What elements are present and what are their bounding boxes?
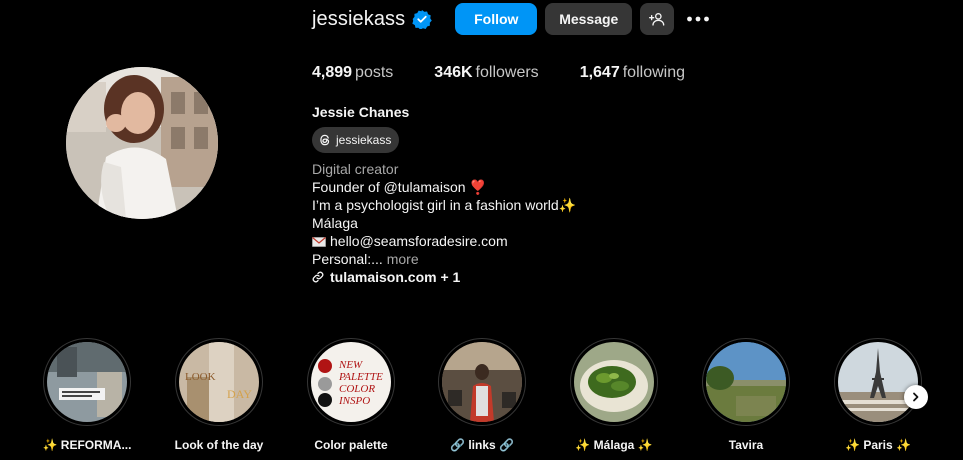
following-label: following: [622, 64, 685, 81]
suggested-users-button[interactable]: [640, 3, 675, 35]
highlight-label: ✨ Paris ✨: [845, 438, 911, 452]
highlight-cover: [570, 338, 658, 426]
highlight-cover: [834, 338, 922, 426]
highlight-cover: [438, 338, 526, 426]
highlight-item[interactable]: LOOK DAY Look of the day: [159, 338, 279, 452]
profile-bio: Digital creator Founder of @tulamaison ❣…: [312, 160, 576, 286]
highlight-label: ✨ REFORMA...: [42, 438, 132, 452]
bio-personal-text: Personal:...: [312, 251, 383, 267]
svg-text:DAY: DAY: [227, 387, 252, 401]
threads-badge[interactable]: jessiekass: [312, 127, 400, 153]
highlight-label: Color palette: [314, 438, 388, 452]
profile-full-name: Jessie Chanes: [312, 104, 410, 120]
svg-text:COLOR: COLOR: [339, 383, 375, 395]
svg-text:NEW: NEW: [338, 359, 363, 371]
highlight-cover: [43, 338, 131, 426]
more-options-button[interactable]: [682, 3, 714, 35]
bio-external-link[interactable]: tulamaison.com + 1: [312, 268, 576, 286]
envelope-icon: [312, 237, 326, 247]
highlight-cover: NEW PALETTE COLOR INSPO: [307, 338, 395, 426]
message-button[interactable]: Message: [545, 3, 633, 35]
verified-badge-icon: [412, 10, 433, 29]
following-count: 1,647: [579, 64, 620, 81]
bio-line-location: Málaga: [312, 215, 358, 231]
profile-avatar[interactable]: [66, 67, 218, 219]
highlight-item[interactable]: Tavira: [686, 338, 806, 452]
posts-stat: 4,899 posts: [312, 64, 393, 82]
svg-text:LOOK: LOOK: [185, 371, 216, 383]
bio-line-personal: Personal:... more: [312, 250, 576, 268]
link-icon: [312, 271, 324, 283]
highlight-cover: LOOK DAY: [175, 338, 263, 426]
highlight-label: Tavira: [728, 438, 764, 452]
followers-count: 346K: [434, 64, 473, 81]
followers-label: followers: [475, 64, 539, 81]
highlight-item[interactable]: ✨ Málaga ✨: [554, 338, 674, 452]
highlights-next-button[interactable]: [904, 385, 928, 409]
svg-text:PALETTE: PALETTE: [338, 371, 383, 383]
bio-more-link[interactable]: more: [387, 251, 419, 267]
threads-icon: [320, 134, 330, 146]
bio-email[interactable]: hello@seamsforadesire.com: [330, 233, 508, 249]
add-user-icon: [649, 13, 665, 26]
following-stat[interactable]: 1,647 following: [580, 64, 685, 82]
bio-line-founder: Founder of @tulamaison ❣️: [312, 179, 487, 195]
bio-category: Digital creator: [312, 161, 399, 177]
follow-button[interactable]: Follow: [455, 3, 538, 35]
followers-stat[interactable]: 346K followers: [434, 64, 538, 82]
highlight-cover: [702, 338, 790, 426]
profile-stats: 4,899 posts 346K followers 1,647 following: [312, 64, 726, 82]
bio-line-email: hello@seamsforadesire.com: [312, 232, 576, 250]
highlight-label: 🔗 links 🔗: [450, 438, 514, 452]
bio-link-text: tulamaison.com + 1: [330, 269, 461, 285]
posts-label: posts: [355, 64, 394, 81]
highlight-item[interactable]: 🔗 links 🔗: [422, 338, 542, 452]
profile-header: jessiekass Follow Message: [312, 2, 714, 36]
more-icon: [687, 16, 710, 22]
profile-page: jessiekass Follow Message 4,899 posts 34…: [0, 0, 963, 460]
highlight-item[interactable]: ✨ REFORMA...: [27, 338, 147, 452]
story-highlights: ✨ REFORMA... LOOK DAY Look of the day NE…: [0, 338, 963, 460]
profile-username: jessiekass: [312, 7, 406, 30]
svg-text:INSPO: INSPO: [338, 395, 370, 407]
posts-count: 4,899: [312, 64, 353, 81]
threads-handle: jessiekass: [336, 133, 392, 147]
highlight-label: Look of the day: [174, 438, 264, 452]
highlight-item[interactable]: NEW PALETTE COLOR INSPO Color palette: [291, 338, 411, 452]
bio-line-tagline: I’m a psychologist girl in a fashion wor…: [312, 197, 577, 213]
highlight-label: ✨ Málaga ✨: [575, 438, 653, 452]
chevron-right-icon: [913, 392, 919, 402]
